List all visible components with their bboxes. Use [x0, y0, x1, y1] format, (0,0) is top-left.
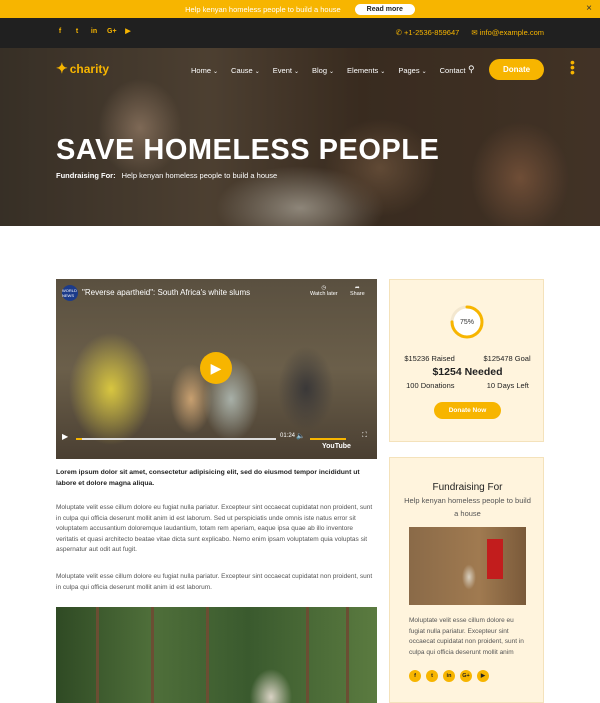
google-plus-icon[interactable]: G+	[460, 670, 472, 682]
share-button[interactable]: ➦ Share	[350, 285, 365, 297]
read-more-button[interactable]: Read more	[354, 3, 415, 15]
chevron-down-icon: ⌄	[421, 69, 427, 75]
twitter-icon[interactable]: t	[426, 670, 438, 682]
needed-amount: $1254 Needed	[432, 366, 503, 378]
phone-number: +1-2536-859647	[404, 28, 460, 37]
menu-item-contact[interactable]: Contact	[440, 66, 466, 75]
share-label: Share	[350, 291, 365, 297]
announcement-text: Help kenyan homeless people to build a h…	[185, 4, 341, 14]
article-paragraph: Moluptate velit esse cillum dolore eu fu…	[56, 504, 373, 553]
youtube-icon[interactable]: ▶	[477, 670, 489, 682]
raised-goal-row: $15236 Raised $125478 Goal	[390, 354, 545, 363]
progress-percent: 75%	[459, 318, 474, 326]
fundraising-value: Help kenyan homeless people to build a h…	[121, 171, 278, 180]
main-nav: ✦ charity Home ⌄ Cause ⌄ Event ⌄ Blog ⌄ Elem…	[0, 48, 600, 92]
play-icon[interactable]: ▶	[200, 352, 232, 384]
facebook-icon[interactable]: f	[409, 670, 421, 682]
youtube-logo[interactable]: YouTube	[322, 443, 351, 450]
fence-post	[151, 607, 154, 703]
linkedin-icon[interactable]: in	[443, 670, 455, 682]
hero-subtitle: Fundraising For: Help kenyan homeless peo…	[56, 171, 277, 180]
fence-post	[346, 607, 349, 703]
watch-later-label: Watch later	[310, 291, 338, 297]
page-title: SAVE HOMELESS PEOPLE	[56, 134, 440, 166]
play-small-icon[interactable]: ▶	[62, 432, 68, 441]
chevron-down-icon: ⌄	[254, 69, 260, 75]
menu-label: Cause	[231, 66, 253, 75]
volume-icon[interactable]: 🔈	[296, 432, 305, 440]
menu-label: Event	[272, 66, 292, 75]
menu-label: Contact	[439, 66, 466, 75]
menu: Home ⌄ Cause ⌄ Event ⌄ Blog ⌄ Elements ⌄ Page…	[191, 66, 466, 75]
donations-count: 100 Donations	[406, 381, 455, 390]
email-address: info@example.com	[479, 28, 544, 37]
menu-item-pages[interactable]: Pages ⌄	[398, 66, 426, 75]
search-icon[interactable]: ⚲	[468, 64, 475, 75]
chevron-down-icon: ⌄	[329, 69, 335, 75]
more-menu-icon[interactable]: • • •	[570, 55, 576, 79]
fundraising-card: Fundraising For Help kenyan homeless peo…	[389, 457, 544, 703]
logo[interactable]: ✦ charity	[56, 60, 109, 77]
watch-later-button[interactable]: ◷ Watch later	[310, 285, 338, 297]
menu-item-elements[interactable]: Elements ⌄	[347, 66, 385, 75]
fence-post	[206, 607, 209, 703]
linkedin-icon[interactable]: in	[90, 28, 98, 36]
chevron-down-icon: ⌄	[213, 69, 219, 75]
announcement-bar: Help kenyan homeless people to build a h…	[0, 0, 600, 18]
phone-icon: ✆	[395, 28, 405, 37]
goal-amount: $125478 Goal	[483, 354, 531, 363]
fence-post	[96, 607, 99, 703]
progress-ring: 75%	[449, 304, 485, 340]
donate-now-button[interactable]: Donate Now	[434, 402, 501, 419]
video-player[interactable]: WORLD NEWS "Reverse apartheid": South Af…	[56, 279, 377, 459]
donate-button[interactable]: Donate	[489, 59, 544, 80]
chevron-down-icon: ⌄	[293, 69, 299, 75]
menu-label: Pages	[398, 66, 420, 75]
menu-label: Blog	[311, 66, 327, 75]
contact-info: ✆ +1-2536-859647 ✉ info@example.com	[396, 28, 544, 37]
seek-progress	[76, 438, 82, 440]
email-link[interactable]: ✉ info@example.com	[471, 28, 544, 37]
chevron-down-icon: ⌄	[380, 69, 386, 75]
seek-bar[interactable]	[76, 438, 276, 440]
fundraising-text: Moluptate velit esse cillum dolore eu fu…	[409, 617, 524, 656]
share-links: f t in G+ ▶	[409, 670, 489, 682]
menu-label: Home	[191, 66, 212, 75]
menu-item-event[interactable]: Event ⌄	[273, 66, 299, 75]
close-icon[interactable]: ×	[586, 3, 592, 14]
donation-card: 75% $15236 Raised $125478 Goal $1254 Nee…	[389, 279, 544, 442]
menu-item-home[interactable]: Home ⌄	[191, 66, 218, 75]
video-title[interactable]: "Reverse apartheid": South Africa's whit…	[82, 288, 250, 297]
logo-icon: ✦	[56, 60, 68, 76]
red-door	[487, 539, 503, 579]
twitter-icon[interactable]: t	[73, 28, 81, 36]
facebook-icon[interactable]: f	[56, 28, 64, 36]
donations-days-row: 100 Donations 10 Days Left	[390, 381, 545, 390]
volume-slider[interactable]	[310, 438, 346, 440]
article-lead: Lorem ipsum dolor sit amet, consectetur …	[56, 469, 360, 487]
menu-label: Elements	[347, 66, 379, 75]
phone-link[interactable]: ✆ +1-2536-859647	[396, 28, 460, 37]
fundraising-label: Fundraising For:	[56, 171, 116, 180]
channel-avatar[interactable]: WORLD NEWS	[62, 285, 78, 301]
google-plus-icon[interactable]: G+	[107, 28, 117, 36]
fundraising-title: Fundraising For	[432, 482, 503, 493]
fundraising-photo	[409, 527, 526, 605]
menu-item-cause[interactable]: Cause ⌄	[231, 66, 260, 75]
article-paragraph: Moluptate velit esse cillum dolore eu fu…	[56, 573, 373, 591]
days-left: 10 Days Left	[486, 381, 529, 390]
raised-amount: $15236 Raised	[404, 354, 455, 363]
mail-icon: ✉	[471, 28, 480, 37]
youtube-icon[interactable]: ▶	[124, 28, 132, 36]
fundraising-subtitle: Help kenyan homeless people to build a h…	[404, 496, 531, 518]
fullscreen-icon[interactable]: ⛶	[362, 432, 367, 440]
menu-item-blog[interactable]: Blog ⌄	[312, 66, 334, 75]
social-links: f t in G+ ▶	[56, 28, 132, 36]
video-time: 01:24	[280, 433, 296, 439]
logo-text: charity	[69, 61, 110, 76]
fence-post	[306, 607, 309, 703]
header-top-strip: f t in G+ ▶ ✆ +1-2536-859647 ✉ info@exam…	[0, 18, 600, 48]
article-photo	[56, 607, 377, 703]
